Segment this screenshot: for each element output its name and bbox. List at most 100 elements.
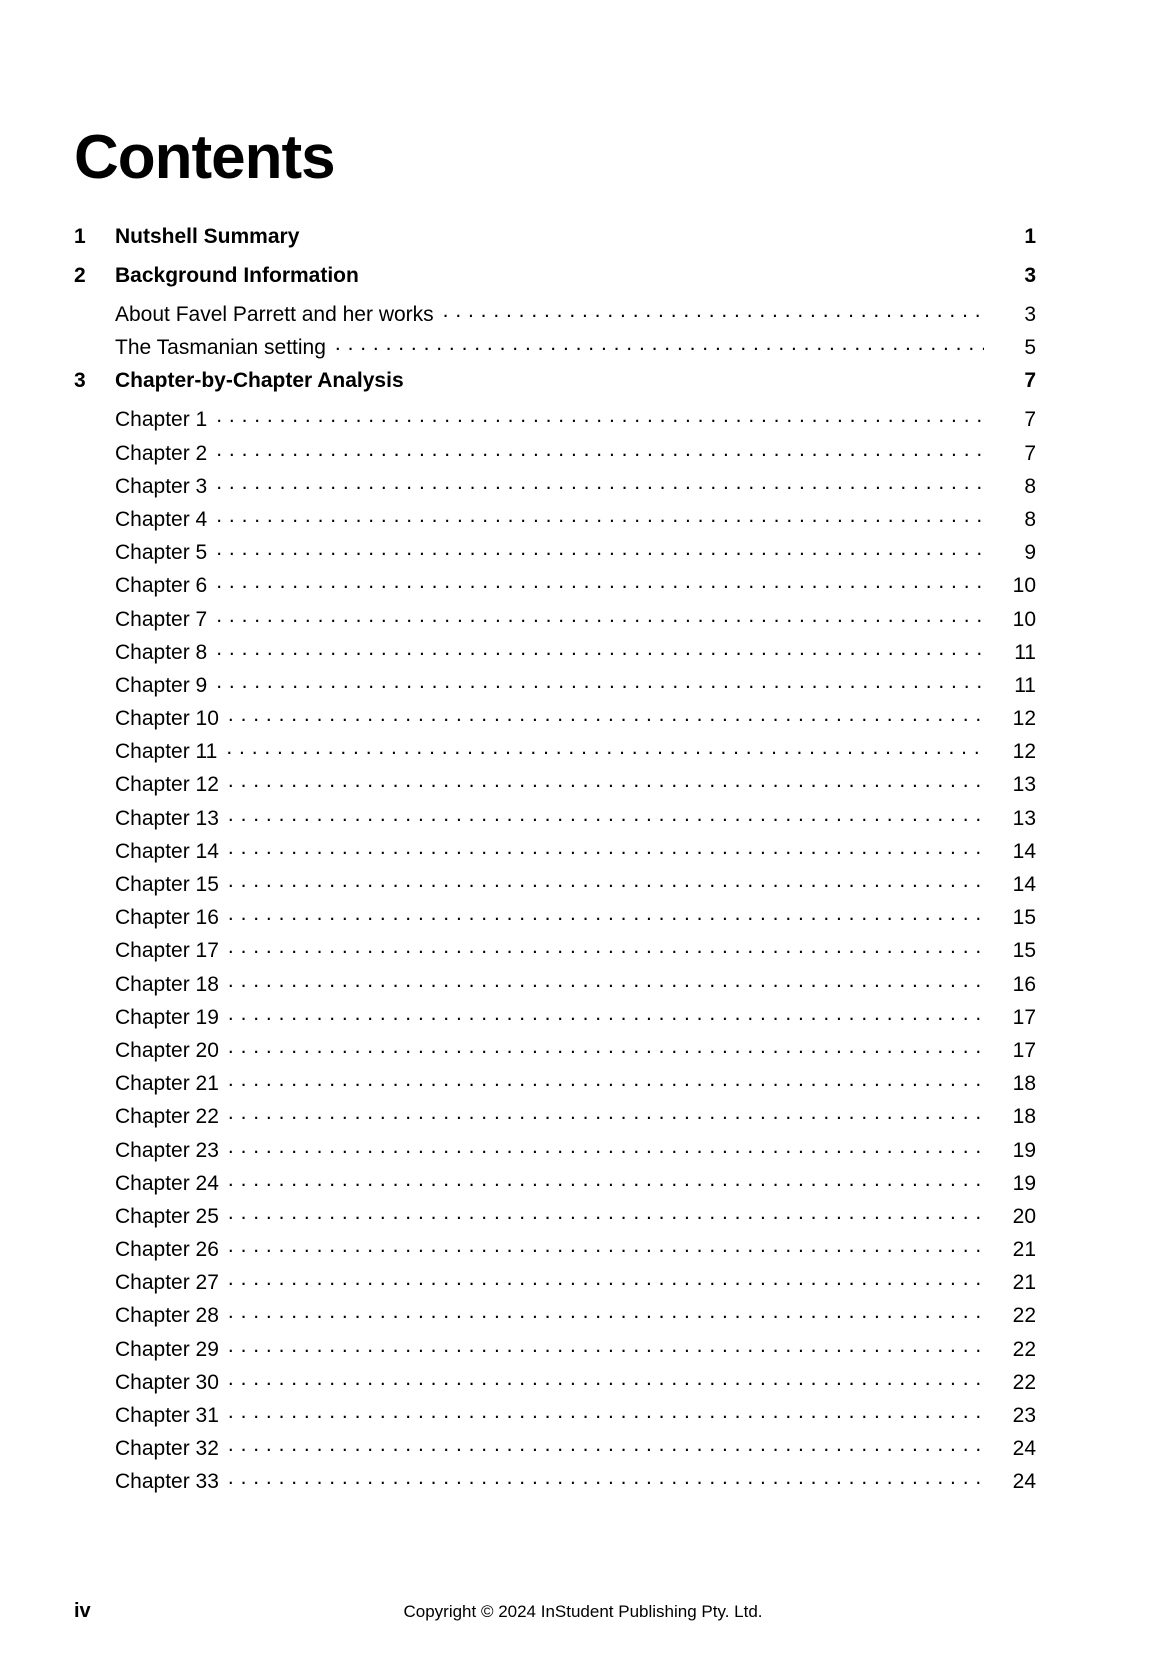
toc-subsection-entry[interactable]: Chapter 25 20 — [74, 1202, 1036, 1235]
toc-dot-leader — [216, 505, 984, 526]
toc-entry-label: Chapter 30 — [115, 1370, 219, 1394]
toc-entry-label: Chapter 16 — [115, 906, 219, 930]
toc-entry-label: Chapter 18 — [115, 972, 219, 996]
toc-dot-leader — [216, 538, 984, 559]
toc-entry-label: Chapter 1 — [115, 408, 208, 432]
toc-entry-label: Chapter 9 — [115, 673, 208, 697]
toc-entry-label: Chapter 4 — [115, 507, 208, 531]
toc-entry-page-number: 7 — [1024, 441, 1036, 465]
toc-entry-page-number: 11 — [1014, 640, 1036, 664]
toc-section-entry[interactable]: 3 Chapter-by-Chapter Analysis 7 — [74, 366, 1036, 405]
toc-subsection-entry[interactable]: Chapter 27 21 — [74, 1268, 1036, 1301]
toc-dot-leader — [216, 405, 984, 426]
toc-subsection-entry[interactable]: Chapter 31 23 — [74, 1401, 1036, 1434]
toc-section-entry[interactable]: 2 Background Information 3 — [74, 261, 1036, 300]
toc-subsection-entry[interactable]: Chapter 21 18 — [74, 1069, 1036, 1102]
toc-subsection-entry[interactable]: Chapter 8 11 — [74, 638, 1036, 671]
toc-subsection-entry[interactable]: Chapter 9 11 — [74, 671, 1036, 704]
toc-subsection-entry[interactable]: Chapter 17 15 — [74, 936, 1036, 969]
toc-subsection-entry[interactable]: Chapter 4 8 — [74, 505, 1036, 538]
toc-entry-page-number: 24 — [1012, 1437, 1036, 1461]
toc-subsection-entry[interactable]: Chapter 19 17 — [74, 1003, 1036, 1036]
toc-dot-leader — [228, 1235, 984, 1256]
toc-dot-leader — [226, 737, 984, 758]
toc-subsection-entry[interactable]: Chapter 11 12 — [74, 737, 1036, 770]
toc-entry-label: Chapter 3 — [115, 474, 208, 498]
toc-entry-page-number: 14 — [1012, 873, 1036, 896]
copyright-notice: Copyright © 2024 InStudent Publishing Pt… — [403, 1602, 763, 1621]
toc-subsection-entry[interactable]: Chapter 22 18 — [74, 1102, 1036, 1135]
toc-dot-leader — [228, 903, 984, 924]
toc-subsection-entry[interactable]: Chapter 2 7 — [74, 439, 1036, 472]
toc-dot-leader — [228, 970, 984, 991]
toc-subsection-entry[interactable]: Chapter 23 19 — [74, 1136, 1036, 1169]
toc-subsection-entry[interactable]: Chapter 28 22 — [74, 1301, 1036, 1334]
toc-subsection-entry[interactable]: Chapter 6 10 — [74, 571, 1036, 604]
toc-subsection-entry[interactable]: Chapter 18 16 — [74, 970, 1036, 1003]
toc-entry-label: Chapter 2 — [115, 441, 208, 465]
toc-entry-page-number: 10 — [1012, 607, 1036, 631]
toc-entry-label: Chapter 25 — [115, 1204, 219, 1228]
toc-entry-page-number: 14 — [1012, 839, 1036, 863]
toc-entry-label: About Favel Parrett and her works — [115, 303, 434, 326]
toc-dot-leader — [228, 1102, 984, 1123]
toc-subsection-entry[interactable]: Chapter 26 21 — [74, 1235, 1036, 1268]
toc-entry-label: Chapter 7 — [115, 607, 208, 631]
toc-entry-page-number: 12 — [1012, 707, 1036, 731]
toc-subsection-entry[interactable]: Chapter 30 22 — [74, 1368, 1036, 1401]
toc-entry-number: 2 — [74, 264, 86, 287]
toc-dot-leader — [228, 1335, 984, 1356]
toc-dot-leader — [228, 870, 984, 891]
toc-subsection-entry[interactable]: Chapter 3 8 — [74, 472, 1036, 505]
toc-subsection-entry[interactable]: Chapter 14 14 — [74, 837, 1036, 870]
toc-subsection-entry[interactable]: Chapter 24 19 — [74, 1169, 1036, 1202]
toc-entry-page-number: 11 — [1014, 673, 1036, 697]
toc-subsection-entry[interactable]: Chapter 5 9 — [74, 538, 1036, 571]
toc-dot-leader — [216, 472, 984, 493]
page-footer: iv Copyright © 2024 InStudent Publishing… — [74, 1600, 1092, 1624]
toc-entry-page-number: 13 — [1012, 806, 1036, 830]
toc-subsection-entry[interactable]: Chapter 15 14 — [74, 870, 1036, 903]
toc-subsection-entry[interactable]: Chapter 29 22 — [74, 1335, 1036, 1368]
toc-section-entry[interactable]: 1 Nutshell Summary 1 — [74, 222, 1036, 261]
toc-dot-leader — [216, 571, 984, 592]
toc-dot-leader — [335, 333, 984, 354]
toc-entry-label: Chapter 21 — [115, 1072, 219, 1096]
toc-entry-label: Chapter 28 — [115, 1304, 219, 1328]
page-title: Contents — [74, 123, 336, 192]
toc-dot-leader — [228, 1301, 984, 1322]
toc-dot-leader — [228, 770, 984, 791]
toc-entry-number: 3 — [74, 369, 86, 393]
toc-entry-page-number: 18 — [1012, 1105, 1036, 1129]
toc-subsection-entry[interactable]: Chapter 33 24 — [74, 1467, 1036, 1500]
toc-subsection-entry[interactable]: Chapter 10 12 — [74, 704, 1036, 737]
toc-dot-leader — [443, 300, 984, 321]
toc-entry-label: Chapter 20 — [115, 1038, 219, 1062]
toc-subsection-entry[interactable]: Chapter 16 15 — [74, 903, 1036, 936]
toc-entry-label: Chapter 10 — [115, 707, 219, 731]
toc-entry-label: Nutshell Summary — [115, 225, 300, 248]
toc-subsection-entry[interactable]: Chapter 1 7 — [74, 405, 1036, 438]
toc-entry-page-number: 20 — [1012, 1204, 1036, 1228]
toc-subsection-entry[interactable]: Chapter 32 24 — [74, 1434, 1036, 1467]
toc-subsection-entry[interactable]: Chapter 12 13 — [74, 770, 1036, 803]
toc-dot-leader — [216, 439, 984, 460]
toc-dot-leader — [413, 366, 984, 387]
table-of-contents: 1 Nutshell Summary 1 2 Background Informatio… — [74, 222, 1036, 1501]
toc-entry-label: Chapter-by-Chapter Analysis — [115, 369, 404, 393]
toc-dot-leader — [228, 1136, 984, 1157]
toc-subsection-entry[interactable]: The Tasmanian setting 5 — [74, 333, 1036, 366]
toc-entry-page-number: 13 — [1012, 773, 1036, 797]
toc-dot-leader — [228, 1368, 984, 1389]
toc-subsection-entry[interactable]: About Favel Parrett and her works 3 — [74, 300, 1036, 333]
toc-entry-page-number: 22 — [1012, 1304, 1036, 1328]
toc-entry-page-number: 18 — [1012, 1072, 1036, 1096]
toc-entry-label: Chapter 6 — [115, 574, 208, 598]
toc-dot-leader — [228, 1003, 984, 1024]
toc-entry-page-number: 16 — [1012, 972, 1036, 996]
toc-subsection-entry[interactable]: Chapter 7 10 — [74, 605, 1036, 638]
toc-subsection-entry[interactable]: Chapter 20 17 — [74, 1036, 1036, 1069]
toc-subsection-entry[interactable]: Chapter 13 13 — [74, 804, 1036, 837]
toc-entry-page-number: 3 — [1024, 264, 1036, 287]
toc-entry-label: Chapter 33 — [115, 1470, 219, 1494]
